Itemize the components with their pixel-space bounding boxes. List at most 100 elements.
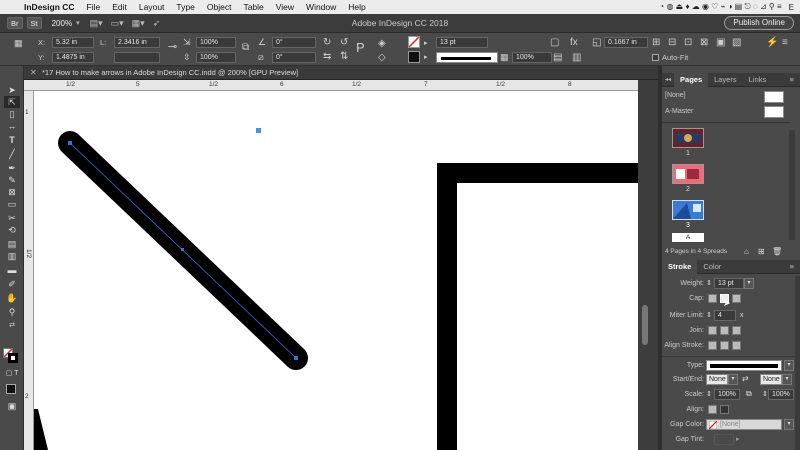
screen-mode-icon[interactable]: ▭▾ bbox=[111, 18, 124, 29]
stroke-color-box[interactable] bbox=[8, 353, 18, 363]
opacity-field[interactable]: 100% bbox=[512, 52, 552, 63]
stroke-type-dropdown-icon[interactable]: ▾ bbox=[784, 360, 794, 371]
page-3-thumbnail[interactable] bbox=[672, 200, 704, 220]
bevel-join-button[interactable] bbox=[732, 326, 741, 335]
scale-start-field[interactable]: 100% bbox=[714, 389, 740, 400]
edit-page-size-icon[interactable]: ⌂ bbox=[744, 247, 749, 256]
scale-end-stepper-icon[interactable]: ⇕ bbox=[762, 390, 768, 398]
stroke-panel-scrollbar[interactable] bbox=[795, 276, 800, 450]
stroke-type-select[interactable] bbox=[706, 360, 782, 371]
constrain-proportions-icon[interactable]: ⊸ bbox=[168, 42, 177, 53]
content-grabber-handle[interactable] bbox=[256, 128, 261, 133]
menu-edit[interactable]: Edit bbox=[106, 2, 133, 12]
reference-point-icon[interactable]: ▦ bbox=[14, 39, 23, 48]
page-1-thumbnail[interactable] bbox=[672, 128, 704, 148]
none-master-row[interactable]: [None] bbox=[662, 90, 800, 104]
align-outside-button[interactable] bbox=[732, 341, 741, 350]
zoom-tool-icon[interactable]: ⚲ bbox=[4, 306, 20, 318]
page-2-thumbnail[interactable] bbox=[672, 164, 704, 184]
x-position-field[interactable]: 5.32 in bbox=[52, 37, 94, 48]
fitting-icon-3[interactable]: ⊡ bbox=[684, 38, 692, 48]
view-options-icon[interactable]: ▤▾ bbox=[90, 18, 103, 29]
anchor-point-start[interactable] bbox=[68, 141, 72, 145]
corner-options-icon[interactable]: ◱ bbox=[592, 38, 601, 48]
stroke-type-select[interactable] bbox=[436, 52, 498, 63]
fitting-icon-2[interactable]: ⊟ bbox=[668, 38, 676, 48]
link-scale-icon[interactable]: ⧉ bbox=[746, 389, 752, 399]
arrange-documents-icon[interactable]: ▦▾ bbox=[132, 18, 145, 29]
weight-dropdown-icon[interactable]: ▾ bbox=[744, 278, 754, 289]
gap-tint-slider-icon[interactable]: ▸ bbox=[736, 435, 740, 443]
rotate-ccw-icon[interactable]: ↺ bbox=[340, 38, 348, 48]
view-mode-icon[interactable]: ▣ bbox=[4, 400, 20, 412]
drop-shadow-icon[interactable]: ▢ bbox=[550, 38, 559, 48]
page-4-thumbnail[interactable]: A bbox=[672, 233, 704, 242]
swap-start-end-icon[interactable]: ⇄ bbox=[742, 374, 749, 383]
horizontal-ruler[interactable]: 1/2 5 1/2 6 1/2 7 1/2 8 bbox=[24, 80, 638, 91]
vertical-ruler[interactable]: 1 1/2 2 bbox=[24, 91, 34, 450]
scrollbar-thumb[interactable] bbox=[642, 305, 648, 345]
weight-stepper-icon[interactable]: ⇕ bbox=[706, 279, 712, 287]
select-container-icon[interactable]: ◈ bbox=[378, 39, 386, 49]
none-master-thumbnail[interactable] bbox=[764, 91, 784, 103]
miter-join-button[interactable] bbox=[708, 326, 717, 335]
line-tool-icon[interactable]: ╱ bbox=[4, 148, 20, 160]
miter-limit-field[interactable]: 4 bbox=[714, 310, 736, 321]
rectangle-tool-icon[interactable]: ▭ bbox=[4, 198, 20, 210]
rectangle-frame-tool-icon[interactable]: ⊠ bbox=[4, 186, 20, 198]
default-fill-stroke-icon[interactable]: ⇄ bbox=[4, 320, 20, 332]
height-field[interactable] bbox=[114, 52, 160, 63]
object-styles-icon[interactable]: ▥ bbox=[572, 53, 581, 63]
projecting-cap-button[interactable] bbox=[732, 294, 741, 303]
end-select[interactable]: None bbox=[760, 374, 782, 385]
round-join-button[interactable] bbox=[720, 326, 729, 335]
bridge-button[interactable]: Br bbox=[7, 17, 23, 29]
rotation-angle-field[interactable]: 0° bbox=[272, 37, 316, 48]
menu-layout[interactable]: Layout bbox=[133, 2, 171, 12]
paragraph-icon[interactable]: P bbox=[356, 41, 365, 54]
eyedropper-tool-icon[interactable]: ✐ bbox=[4, 278, 20, 290]
scale-x-field[interactable]: 100% bbox=[196, 37, 236, 48]
panel-menu-icon[interactable]: ≡ bbox=[782, 38, 788, 48]
hand-tool-icon[interactable]: ✋ bbox=[4, 292, 20, 304]
start-select[interactable]: None bbox=[706, 374, 728, 385]
miter-stepper-icon[interactable]: ⇕ bbox=[706, 311, 712, 319]
stroke-dropdown-icon[interactable]: ▸ bbox=[424, 53, 428, 62]
scale-y-field[interactable]: 100% bbox=[196, 52, 236, 63]
apply-color-icon[interactable] bbox=[6, 384, 16, 394]
flip-vertical-icon[interactable]: ⇅ bbox=[340, 52, 348, 62]
publish-icon[interactable]: ➶ bbox=[153, 18, 161, 29]
arrowhead-extend-button[interactable] bbox=[708, 405, 717, 414]
zoom-dropdown-icon[interactable]: ▾ bbox=[76, 19, 80, 27]
quick-apply-icon[interactable]: ⚡ bbox=[766, 38, 778, 48]
stroke-panel-menu-icon[interactable]: ≡ bbox=[784, 260, 800, 274]
gradient-swatch-tool-icon[interactable]: ▤ bbox=[4, 238, 20, 250]
scale-start-stepper-icon[interactable]: ⇕ bbox=[706, 390, 712, 398]
menu-window[interactable]: Window bbox=[300, 2, 342, 12]
collapse-panel-icon[interactable]: ◂◂ bbox=[662, 73, 674, 87]
y-position-field[interactable]: 1.4875 in bbox=[52, 52, 94, 63]
fitting-icon-5[interactable]: ▣ bbox=[716, 38, 725, 48]
fitting-icon-4[interactable]: ⊠ bbox=[700, 38, 708, 48]
stock-button[interactable]: St bbox=[26, 17, 42, 29]
menu-type[interactable]: Type bbox=[170, 2, 200, 12]
formatting-container-icon[interactable]: ▢ T bbox=[4, 368, 20, 380]
fitting-icon-1[interactable]: ⊞ bbox=[652, 38, 660, 48]
page-tool-icon[interactable]: ▯ bbox=[4, 108, 20, 120]
pen-tool-icon[interactable]: ✒ bbox=[4, 162, 20, 174]
pencil-tool-icon[interactable]: ✎ bbox=[4, 174, 20, 186]
text-wrap-icon[interactable]: ▤ bbox=[553, 53, 562, 63]
gap-color-select[interactable]: [None] bbox=[706, 419, 782, 430]
panel-menu-icon[interactable]: ≡ bbox=[784, 73, 800, 87]
gap-tool-icon[interactable]: ↔ bbox=[4, 120, 20, 132]
tab-color[interactable]: Color bbox=[697, 260, 727, 274]
type-tool-icon[interactable]: T bbox=[4, 134, 20, 146]
align-inside-button[interactable] bbox=[720, 341, 729, 350]
start-dropdown-icon[interactable]: ▾ bbox=[728, 374, 738, 385]
gap-tint-field[interactable] bbox=[714, 434, 734, 445]
shear-angle-field[interactable]: 0° bbox=[272, 52, 316, 63]
end-dropdown-icon[interactable]: ▾ bbox=[782, 374, 792, 385]
corner-size-field[interactable]: 0.1667 in bbox=[604, 37, 648, 48]
menu-view[interactable]: View bbox=[270, 2, 300, 12]
menu-table[interactable]: Table bbox=[237, 2, 269, 12]
